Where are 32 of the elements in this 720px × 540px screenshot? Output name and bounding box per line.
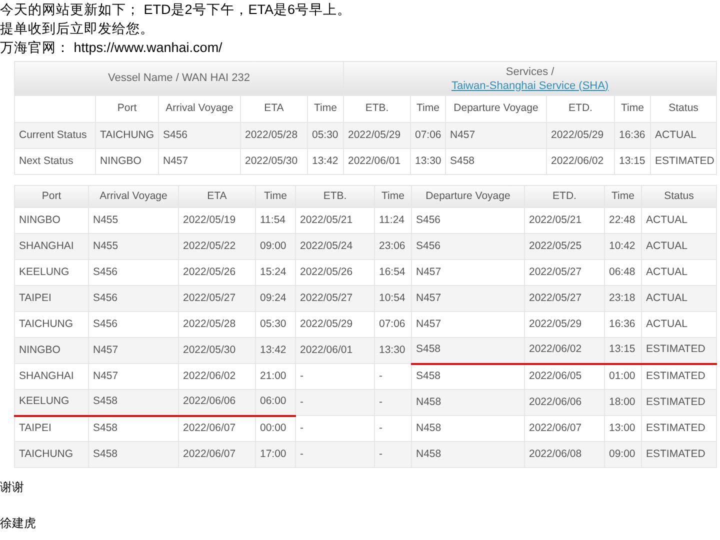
service-link[interactable]: Taiwan-Shanghai Service (SHA)	[451, 78, 609, 92]
column-header: Arrival Voyage	[88, 186, 178, 208]
table-cell: 2022/06/08	[524, 442, 604, 468]
column-header: Port	[14, 186, 88, 208]
vessel-heading: Vessel Name / WAN HAI 232	[108, 72, 250, 84]
message-line: 今天的网站更新如下； ETD是2号下午，ETA是6号早上。	[0, 1, 352, 19]
table-cell: 13:15	[614, 148, 650, 174]
table-cell: 13:42	[308, 148, 344, 174]
table-cell: 2022/05/30	[240, 148, 308, 174]
table-cell: 2022/06/02	[546, 148, 614, 174]
column-header: Departure Voyage	[412, 186, 524, 208]
row-label: Next Status	[14, 148, 96, 174]
table-cell: N457	[158, 148, 240, 174]
table-cell: -	[374, 442, 412, 468]
signature-text: 谢谢	[0, 479, 24, 496]
table-cell: 2022/06/01	[344, 148, 410, 174]
table-cell: ESTIMATED	[650, 148, 717, 174]
table-cell: S458	[88, 442, 178, 468]
table-cell: -	[296, 442, 374, 468]
table-cell: 09:00	[604, 442, 642, 468]
table-cell: 2022/06/07	[178, 442, 256, 468]
services-label: Services /	[506, 64, 554, 78]
signature-text: 徐建虎	[0, 515, 36, 532]
table-cell: 17:00	[256, 442, 296, 468]
table-cell: N458	[412, 442, 524, 468]
table-cell: 13:30	[410, 148, 446, 174]
table-cell: ESTIMATED	[642, 442, 716, 468]
message-line: 万海官网： https://www.wanhai.com/	[0, 39, 222, 57]
table-cell: S458	[446, 148, 546, 174]
table-cell: TAICHUNG	[14, 442, 88, 468]
message-line: 提单收到后立即发给您。	[0, 20, 154, 38]
table-cell: NINGBO	[96, 148, 158, 174]
